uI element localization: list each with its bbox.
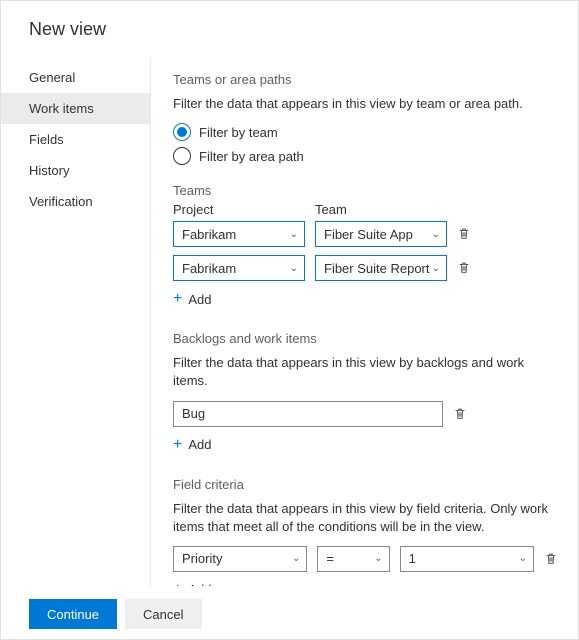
team-row: Fabrikam ⌄ Fiber Suite Report ⌄ bbox=[173, 255, 558, 281]
radio-label: Filter by team bbox=[199, 125, 278, 140]
add-team-button[interactable]: + Add bbox=[173, 291, 558, 307]
backlog-input[interactable]: Bug bbox=[173, 401, 443, 427]
sidebar-item-fields[interactable]: Fields bbox=[1, 124, 150, 155]
plus-icon: + bbox=[173, 291, 182, 307]
radio-label: Filter by area path bbox=[199, 149, 304, 164]
add-label: Add bbox=[188, 437, 211, 452]
team-dropdown[interactable]: Fiber Suite Report ⌄ bbox=[315, 255, 447, 281]
radio-filter-by-area[interactable]: Filter by area path bbox=[173, 147, 558, 165]
chevron-down-icon: ⌄ bbox=[519, 553, 527, 564]
plus-icon: + bbox=[173, 582, 182, 586]
footer: Continue Cancel bbox=[1, 589, 578, 639]
chevron-down-icon: ⌄ bbox=[292, 553, 300, 564]
section-desc-teams: Filter the data that appears in this vie… bbox=[173, 95, 558, 113]
add-criteria-button[interactable]: + Add bbox=[173, 582, 558, 586]
team-dropdown[interactable]: Fiber Suite App ⌄ bbox=[315, 221, 447, 247]
radio-filter-by-team[interactable]: Filter by team bbox=[173, 123, 558, 141]
criteria-field-dropdown[interactable]: Priority ⌄ bbox=[173, 546, 307, 572]
dropdown-value: Fiber Suite Report bbox=[324, 261, 430, 276]
chevron-down-icon: ⌄ bbox=[290, 229, 298, 240]
main-panel: Teams or area paths Filter the data that… bbox=[151, 58, 578, 586]
section-title-teams: Teams or area paths bbox=[173, 72, 558, 87]
col-header-project: Project bbox=[173, 202, 305, 217]
backlog-row: Bug bbox=[173, 401, 558, 427]
dropdown-value: = bbox=[326, 551, 334, 566]
delete-icon[interactable] bbox=[544, 552, 558, 566]
sidebar-item-verification[interactable]: Verification bbox=[1, 186, 150, 217]
add-backlog-button[interactable]: + Add bbox=[173, 437, 558, 453]
plus-icon: + bbox=[173, 437, 182, 453]
section-title-backlogs: Backlogs and work items bbox=[173, 331, 558, 346]
chevron-down-icon: ⌄ bbox=[432, 229, 440, 240]
section-desc-criteria: Filter the data that appears in this vie… bbox=[173, 500, 558, 536]
chevron-down-icon: ⌄ bbox=[432, 263, 440, 274]
add-label: Add bbox=[188, 582, 211, 586]
col-header-team: Team bbox=[315, 202, 447, 217]
input-value: Bug bbox=[182, 406, 205, 421]
chevron-down-icon: ⌄ bbox=[374, 553, 382, 564]
teams-sub-label: Teams bbox=[173, 183, 558, 198]
add-label: Add bbox=[188, 292, 211, 307]
dropdown-value: Fabrikam bbox=[182, 227, 236, 242]
continue-button[interactable]: Continue bbox=[29, 599, 117, 629]
dropdown-value: 1 bbox=[409, 551, 416, 566]
radio-icon bbox=[173, 147, 191, 165]
dropdown-value: Fiber Suite App bbox=[324, 227, 413, 242]
sidebar: General Work items Fields History Verifi… bbox=[1, 58, 151, 586]
delete-icon[interactable] bbox=[457, 261, 471, 275]
delete-icon[interactable] bbox=[457, 227, 471, 241]
section-title-criteria: Field criteria bbox=[173, 477, 558, 492]
section-desc-backlogs: Filter the data that appears in this vie… bbox=[173, 354, 558, 390]
sidebar-item-history[interactable]: History bbox=[1, 155, 150, 186]
criteria-operator-dropdown[interactable]: = ⌄ bbox=[317, 546, 389, 572]
dialog-title: New view bbox=[1, 1, 578, 58]
criteria-value-dropdown[interactable]: 1 ⌄ bbox=[400, 546, 534, 572]
criteria-row: Priority ⌄ = ⌄ 1 ⌄ bbox=[173, 546, 558, 572]
team-row: Fabrikam ⌄ Fiber Suite App ⌄ bbox=[173, 221, 558, 247]
project-dropdown[interactable]: Fabrikam ⌄ bbox=[173, 221, 305, 247]
chevron-down-icon: ⌄ bbox=[290, 263, 298, 274]
delete-icon[interactable] bbox=[453, 407, 467, 421]
radio-icon bbox=[173, 123, 191, 141]
dropdown-value: Priority bbox=[182, 551, 222, 566]
sidebar-item-work-items[interactable]: Work items bbox=[1, 93, 150, 124]
dropdown-value: Fabrikam bbox=[182, 261, 236, 276]
cancel-button[interactable]: Cancel bbox=[125, 599, 201, 629]
project-dropdown[interactable]: Fabrikam ⌄ bbox=[173, 255, 305, 281]
sidebar-item-general[interactable]: General bbox=[1, 62, 150, 93]
